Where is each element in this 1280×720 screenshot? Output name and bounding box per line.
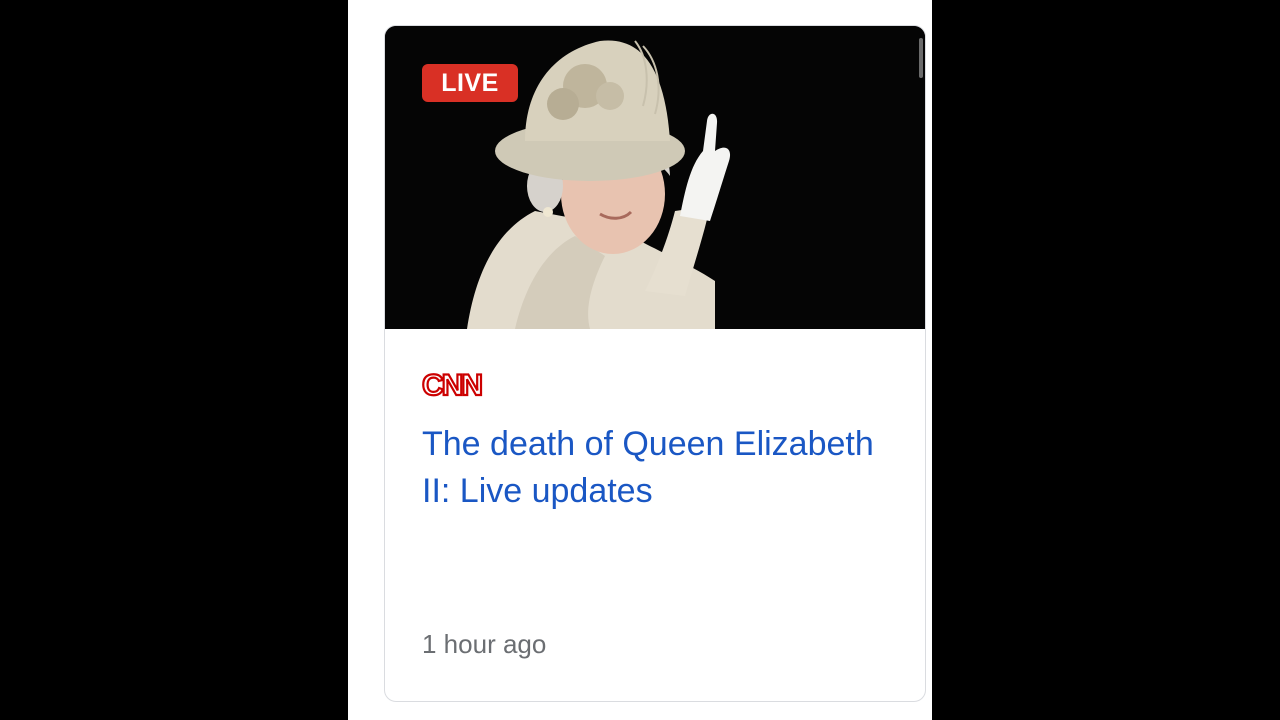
scrollbar[interactable] bbox=[919, 38, 923, 78]
page-panel: LIVE CNN The death of Queen Elizabeth II… bbox=[348, 0, 932, 720]
timestamp: 1 hour ago bbox=[422, 629, 547, 659]
news-thumbnail[interactable]: LIVE bbox=[385, 26, 925, 329]
headline-link[interactable]: The death of Queen Elizabeth II: Live up… bbox=[422, 421, 892, 515]
live-badge: LIVE bbox=[422, 64, 518, 102]
video-frame: LIVE CNN The death of Queen Elizabeth II… bbox=[0, 0, 1280, 720]
cnn-logo-icon: CNN bbox=[421, 368, 488, 403]
news-card[interactable]: LIVE CNN The death of Queen Elizabeth II… bbox=[384, 25, 926, 702]
source-name: CNN bbox=[422, 369, 481, 402]
